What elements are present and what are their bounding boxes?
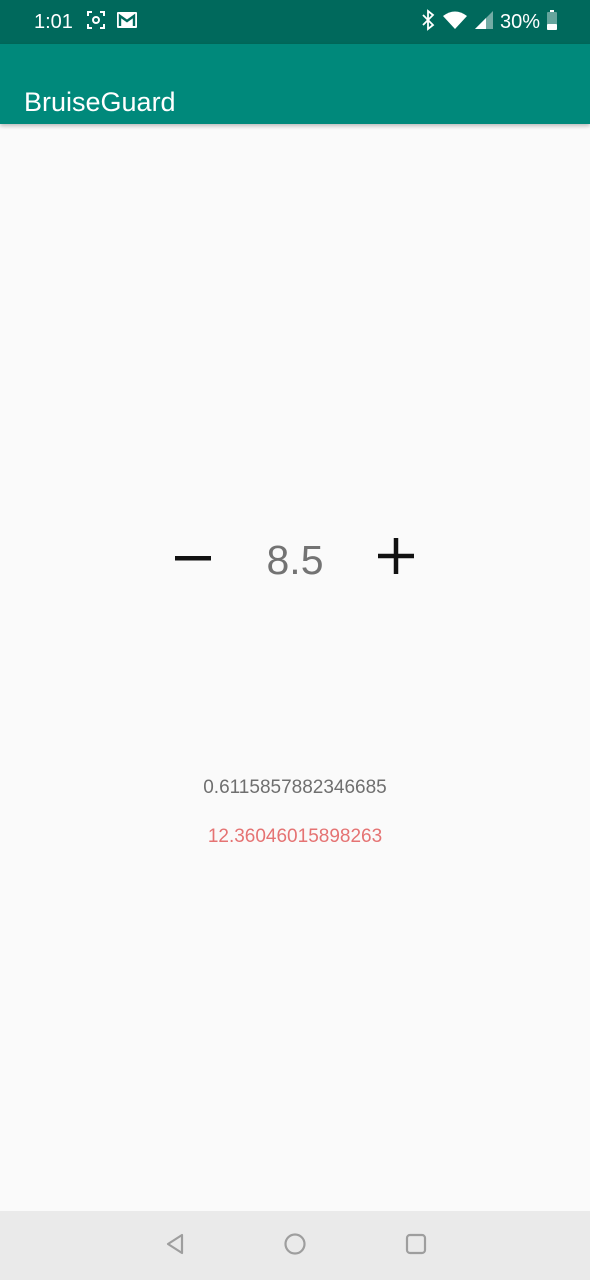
- recents-icon: [404, 1232, 428, 1261]
- bluetooth-icon: [420, 8, 436, 36]
- result-primary: 0.6115857882346685: [203, 777, 387, 798]
- status-left-icons: [86, 10, 138, 35]
- app-title: BruiseGuard: [24, 87, 176, 118]
- recents-button[interactable]: [398, 1228, 434, 1264]
- status-right: 30%: [420, 8, 558, 36]
- screenshot-icon: [86, 10, 106, 35]
- gmail-icon: [116, 10, 138, 35]
- back-icon: [163, 1232, 187, 1261]
- status-bar: 1:01 30%: [0, 0, 590, 44]
- battery-icon: [546, 9, 558, 35]
- home-icon: [283, 1232, 307, 1261]
- result-secondary: 12.36046015898263: [207, 826, 383, 847]
- plus-icon: [378, 537, 414, 579]
- navigation-bar: [0, 1211, 590, 1280]
- home-button[interactable]: [277, 1228, 313, 1264]
- increment-button[interactable]: [361, 520, 431, 596]
- battery-percent: 30%: [499, 11, 540, 33]
- wifi-icon: [442, 10, 468, 35]
- cell-signal-icon: [474, 10, 494, 35]
- app-bar: BruiseGuard: [0, 44, 590, 124]
- status-time: 1:01: [34, 11, 73, 33]
- value-stepper: 8.5: [0, 520, 590, 596]
- stepper-value: 8.5: [266, 537, 324, 583]
- back-button[interactable]: [157, 1228, 193, 1264]
- minus-icon: [175, 549, 211, 567]
